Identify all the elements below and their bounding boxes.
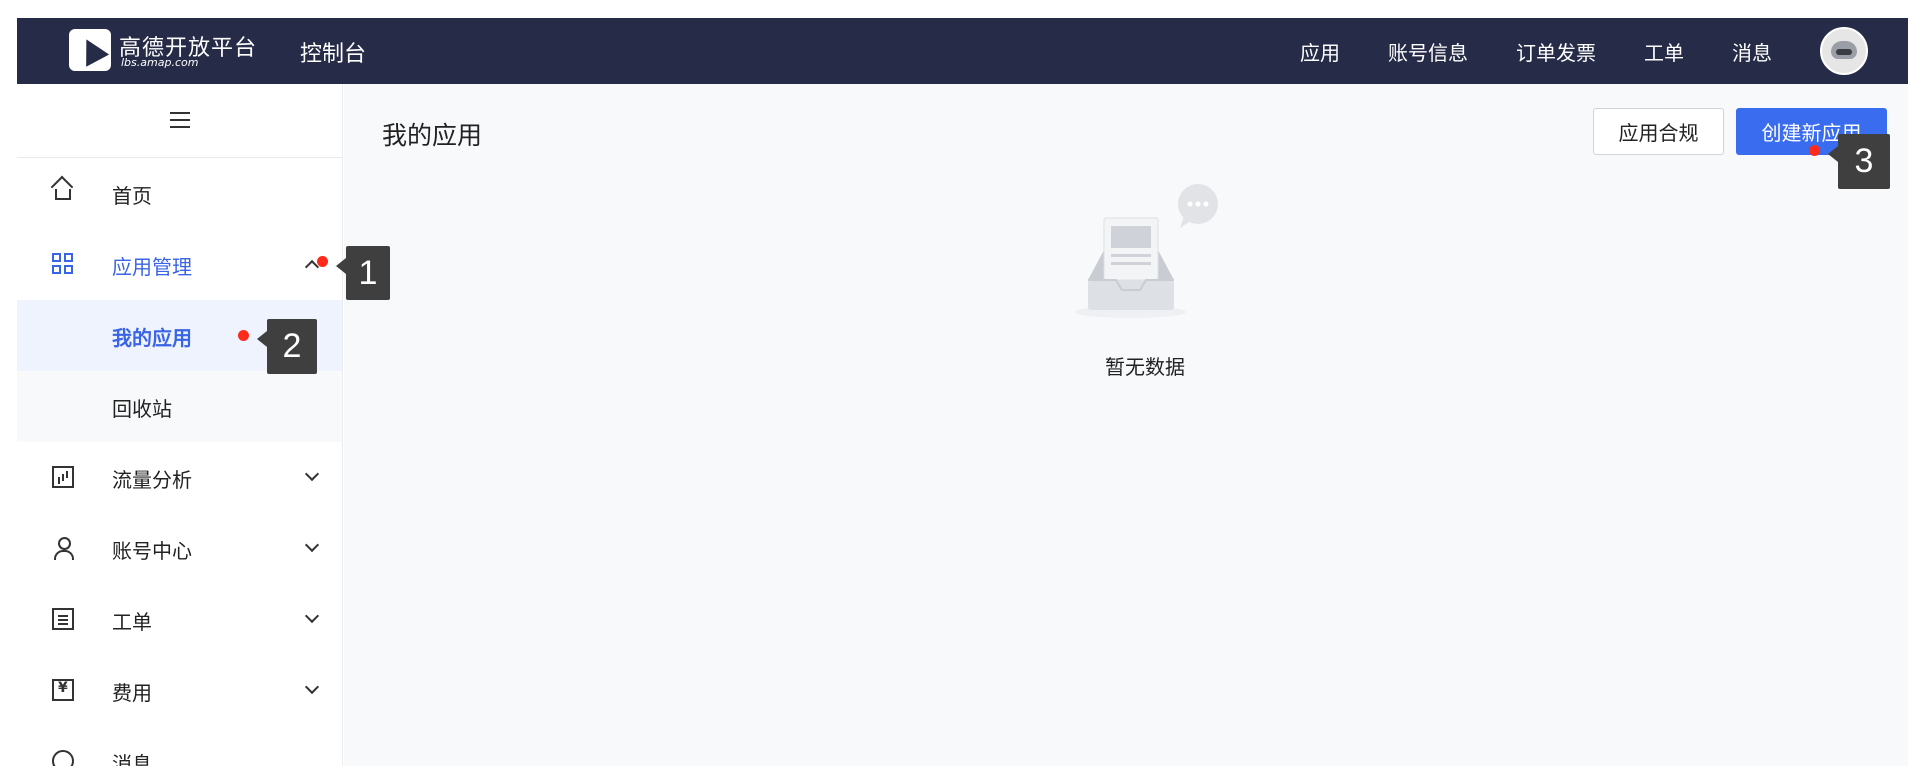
logo-subtitle: lbs.amap.com: [121, 56, 199, 69]
annotation-callout-2: 2: [257, 319, 317, 374]
sidebar-subitem-label: 回收站: [112, 397, 172, 421]
sidebar: 首页 应用管理 我的应用 回收站 流量分析 账号中心 工单 费用 消息: [17, 84, 343, 766]
sidebar-item-account-center[interactable]: 账号中心: [17, 513, 342, 584]
sidebar-item-traffic-analysis[interactable]: 流量分析: [17, 442, 342, 513]
empty-text: 暂无数据: [1105, 355, 1185, 379]
sidebar-item-label: 费用: [112, 681, 152, 705]
sidebar-item-label: 流量分析: [112, 468, 192, 492]
main-content: 我的应用 应用合规 创建新应用 暂无数据: [344, 84, 1908, 766]
empty-inbox-icon: [1074, 184, 1218, 318]
sidebar-subitem-recycle-bin[interactable]: 回收站: [17, 371, 342, 442]
sidebar-item-app-management[interactable]: 应用管理: [17, 229, 342, 300]
top-nav: 应用 账号信息 订单发票 工单 消息: [1300, 18, 1908, 84]
grid-icon: [52, 253, 74, 275]
user-icon: [52, 537, 74, 560]
chevron-down-icon: [304, 608, 320, 624]
user-avatar[interactable]: [1820, 27, 1868, 75]
app-compliance-button[interactable]: 应用合规: [1593, 108, 1724, 155]
annotation-callout-1: 1: [336, 246, 390, 300]
chevron-down-icon: [304, 466, 320, 482]
sidebar-item-label: 首页: [112, 184, 152, 208]
sidebar-collapse-button[interactable]: [17, 84, 342, 158]
chart-icon: [52, 466, 74, 488]
topnav-orders-invoices[interactable]: 订单发票: [1516, 37, 1596, 66]
page-title: 我的应用: [382, 121, 483, 150]
amap-logo-icon: [69, 29, 111, 71]
sidebar-item-fees[interactable]: 费用: [17, 655, 342, 726]
sidebar-item-label: 账号中心: [112, 539, 192, 563]
annotation-dot-1: [317, 256, 328, 267]
sidebar-item-home[interactable]: 首页: [17, 158, 342, 229]
topnav-tickets[interactable]: 工单: [1644, 37, 1684, 66]
message-icon: [52, 750, 74, 766]
sidebar-item-messages[interactable]: 消息: [17, 726, 342, 766]
empty-state: 暂无数据: [1058, 184, 1228, 379]
chevron-down-icon: [304, 679, 320, 695]
topnav-apps[interactable]: 应用: [1300, 37, 1340, 66]
sidebar-item-label: 应用管理: [112, 255, 192, 279]
console-title: 控制台: [300, 42, 367, 67]
annotation-dot-2: [238, 330, 249, 341]
topnav-messages[interactable]: 消息: [1732, 37, 1772, 66]
sidebar-subitem-label: 我的应用: [112, 326, 192, 350]
annotation-dot-3: [1809, 145, 1820, 156]
top-header: 高德开放平台 lbs.amap.com 控制台 应用 账号信息 订单发票 工单 …: [17, 18, 1908, 84]
sidebar-item-label: 消息: [112, 752, 152, 766]
fee-icon: [52, 679, 74, 701]
chevron-down-icon: [304, 537, 320, 553]
topnav-account-info[interactable]: 账号信息: [1388, 37, 1468, 66]
sidebar-item-label: 工单: [112, 610, 152, 634]
ticket-icon: [52, 608, 74, 630]
home-icon: [55, 189, 71, 200]
sidebar-item-tickets[interactable]: 工单: [17, 584, 342, 655]
hamburger-icon: [170, 112, 190, 128]
annotation-callout-3: 3: [1828, 134, 1890, 189]
amap-logo[interactable]: 高德开放平台 lbs.amap.com: [69, 26, 259, 74]
